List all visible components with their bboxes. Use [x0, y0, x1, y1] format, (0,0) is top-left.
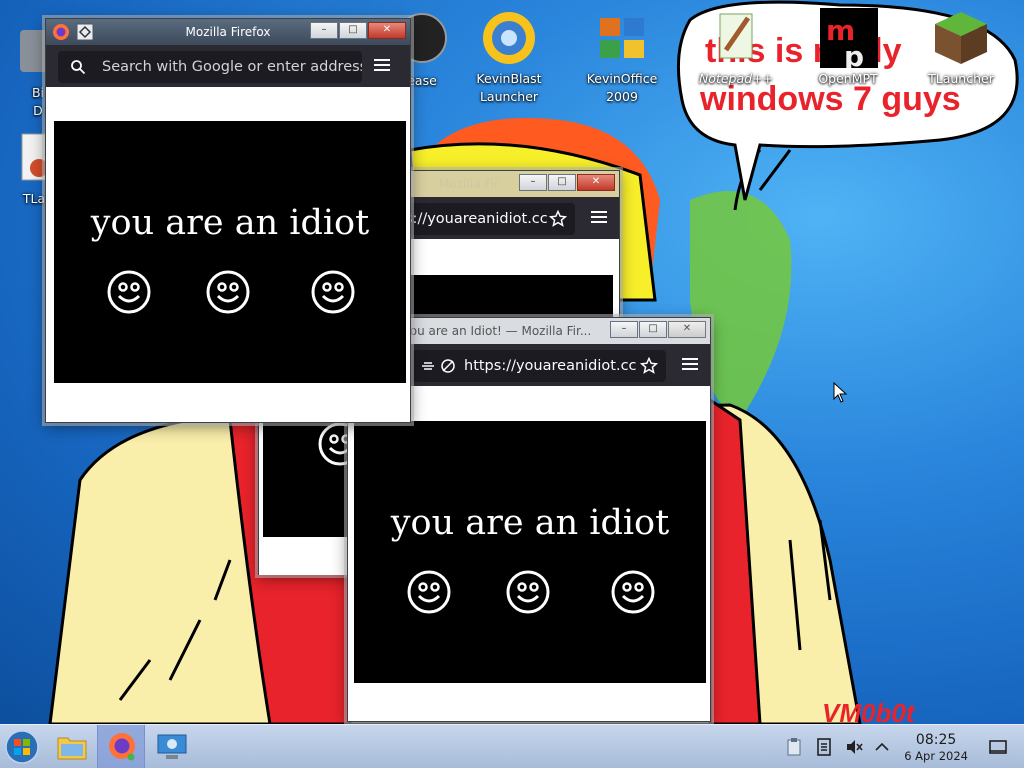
bookmark-star-icon[interactable]	[640, 357, 658, 375]
url-bar[interactable]: s://youareanidiot.cc	[399, 203, 575, 235]
kevinoffice-icon	[600, 18, 644, 58]
firefox-icon	[53, 24, 69, 40]
grass-block-icon	[935, 12, 987, 64]
chevron-up-icon[interactable]	[872, 737, 892, 757]
folder-icon	[57, 737, 87, 760]
desktop-icon-openmpt[interactable]: m p OpenMPT	[800, 8, 896, 88]
window-title: Mozilla Firefox	[185, 25, 271, 39]
url-bar[interactable]: https://youareanidiot.cc	[412, 350, 666, 382]
smiley-face-icon	[407, 570, 451, 614]
idiot-panel: you are an idiot	[354, 421, 706, 683]
browser-toolbar: Search with Google or enter address	[46, 45, 410, 87]
window-controls: – □ ✕	[609, 321, 706, 338]
page-content: you are an idiot	[46, 87, 410, 422]
smiley-face-icon	[206, 270, 250, 314]
window-controls: – □ ✕	[309, 22, 406, 39]
window-controls: – □ ✕	[518, 174, 615, 191]
hamburger-menu-icon[interactable]	[591, 209, 607, 225]
clock[interactable]: 08:25 6 Apr 2024	[904, 731, 968, 763]
smiley-face-icon	[107, 270, 151, 314]
volume-muted-icon[interactable]	[844, 737, 864, 757]
taskbar: 08:25 6 Apr 2024	[0, 724, 1024, 768]
minimize-button[interactable]: –	[519, 174, 547, 191]
close-button[interactable]: ✕	[668, 321, 706, 338]
clock-date: 6 Apr 2024	[904, 749, 968, 763]
url-text: s://youareanidiot.cc	[405, 211, 548, 227]
desktop-icon-label: OpenMPT	[818, 71, 878, 86]
taskbar-firefox[interactable]	[97, 725, 145, 768]
taskbar-system-settings[interactable]	[148, 725, 196, 768]
firefox-window-front[interactable]: Mozilla Firefox – □ ✕ Search with Google…	[45, 18, 411, 423]
desktop-icon-tlauncher[interactable]: TLauncher	[913, 8, 1009, 88]
url-text: https://youareanidiot.cc	[464, 358, 637, 374]
desktop-icon-label: TLauncher	[928, 71, 994, 86]
start-button[interactable]	[0, 725, 44, 768]
page-content: you are an idiot	[348, 386, 710, 721]
clock-time: 08:25	[915, 732, 957, 748]
signature: VM0b0t	[822, 698, 916, 724]
mouse-cursor-icon	[833, 382, 848, 403]
desktop-icon-kevinoffice[interactable]: KevinOffice 2009	[574, 8, 670, 106]
desktop: this is really windows 7 guys VM0b0t Bi …	[0, 0, 1024, 724]
maximize-button[interactable]: □	[548, 174, 576, 191]
openmpt-icon: m p	[820, 8, 878, 68]
desktop-icon-label: KevinBlast	[476, 71, 542, 86]
maximize-button[interactable]: □	[639, 321, 667, 338]
minimize-button[interactable]: –	[310, 22, 338, 39]
svg-text:p: p	[844, 40, 864, 68]
desktop-icon-notepadpp[interactable]: Notepad++	[688, 8, 784, 88]
desktop-icon-label: KevinOffice	[586, 71, 658, 86]
desktop-icon-label-2: Launcher	[479, 89, 539, 104]
close-button[interactable]: ✕	[368, 22, 406, 39]
keep-above-icon[interactable]	[76, 23, 94, 41]
desktop-icon-label-2: 2009	[606, 89, 638, 104]
window-title: You are an Idiot! — Mozilla Fir...	[404, 324, 592, 338]
system-settings-icon	[157, 734, 187, 759]
bookmark-star-icon[interactable]	[549, 210, 567, 228]
tracking-protection-icon[interactable]	[420, 358, 436, 374]
permissions-icon[interactable]	[440, 358, 456, 374]
url-placeholder: Search with Google or enter address	[102, 59, 362, 75]
idiot-message: you are an idiot	[390, 503, 670, 543]
taskbar-file-manager[interactable]	[48, 725, 96, 768]
search-icon	[71, 60, 86, 75]
hamburger-menu-icon[interactable]	[682, 356, 698, 372]
idiot-message: you are an idiot	[90, 203, 370, 243]
url-bar[interactable]: Search with Google or enter address	[58, 51, 362, 83]
smiley-face-icon	[311, 270, 355, 314]
clipboard-tray-icon[interactable]	[784, 737, 804, 757]
smiley-face-icon	[506, 570, 550, 614]
smiley-face-icon	[611, 570, 655, 614]
hamburger-menu-icon[interactable]	[374, 57, 390, 73]
desktop-icon-kevinblast[interactable]: KevinBlast Launcher	[461, 8, 557, 106]
minimize-button[interactable]: –	[610, 321, 638, 338]
notes-tray-icon[interactable]	[814, 737, 834, 757]
maximize-button[interactable]: □	[339, 22, 367, 39]
close-button[interactable]: ✕	[577, 174, 615, 191]
window-titlebar[interactable]: Mozilla Firefox – □ ✕	[46, 19, 410, 45]
kevinblast-launcher-icon	[483, 12, 535, 64]
idiot-panel: you are an idiot	[54, 121, 406, 383]
show-desktop-icon[interactable]	[988, 737, 1008, 757]
firefox-icon	[109, 733, 135, 761]
notepad-plus-plus-icon	[719, 13, 753, 59]
windows-orb-icon	[5, 730, 39, 764]
desktop-icon-label: Notepad++	[698, 71, 774, 86]
